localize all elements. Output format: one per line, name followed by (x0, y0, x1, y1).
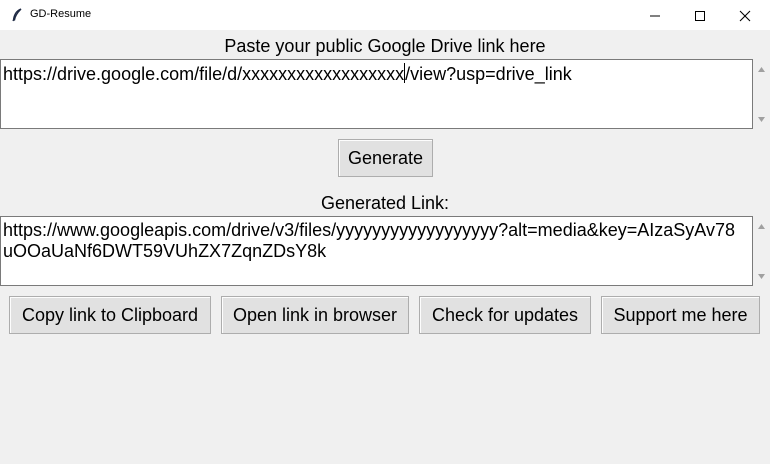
window-title: GD-Resume (30, 8, 92, 20)
scroll-down-icon[interactable] (757, 272, 766, 281)
check-updates-button[interactable]: Check for updates (419, 296, 591, 334)
generate-button[interactable]: Generate (338, 139, 433, 177)
maximize-icon (695, 11, 705, 21)
close-icon (739, 10, 751, 22)
support-button[interactable]: Support me here (601, 296, 760, 334)
drive-link-value-start: https://drive.google.com/file/d/xxxxxxxx… (3, 64, 405, 84)
close-button[interactable] (722, 0, 768, 30)
minimize-icon (650, 15, 660, 17)
output-scrollbar[interactable] (753, 216, 770, 286)
scroll-up-icon[interactable] (757, 222, 766, 231)
output-label: Generated Link: (320, 193, 450, 213)
copy-link-button[interactable]: Copy link to Clipboard (9, 296, 211, 334)
maximize-button[interactable] (677, 0, 723, 30)
generated-link-output[interactable]: https://www.googleapis.com/drive/v3/file… (0, 216, 753, 286)
drive-link-input[interactable]: https://drive.google.com/file/d/xxxxxxxx… (0, 59, 753, 129)
scroll-down-icon[interactable] (757, 115, 766, 124)
open-link-button[interactable]: Open link in browser (221, 296, 409, 334)
minimize-button[interactable] (632, 0, 678, 30)
input-scrollbar[interactable] (753, 59, 770, 129)
feather-icon (12, 8, 22, 22)
scroll-up-icon[interactable] (757, 65, 766, 74)
input-label: Paste your public Google Drive link here (224, 36, 546, 56)
generated-link-value: https://www.googleapis.com/drive/v3/file… (3, 220, 735, 261)
drive-link-value-end: /view?usp=drive_link (405, 64, 572, 84)
drive-link-value: https://drive.google.com/file/d/xxxxxxxx… (3, 63, 738, 85)
